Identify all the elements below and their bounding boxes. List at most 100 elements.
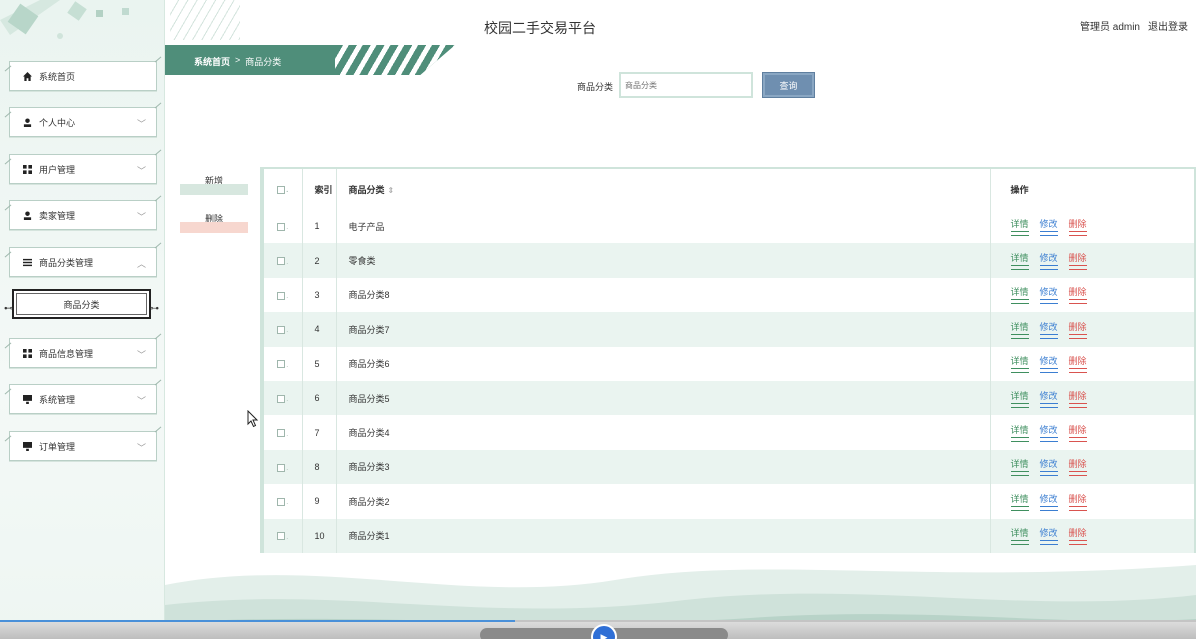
logout-link[interactable]: 退出登录 bbox=[1148, 18, 1188, 33]
edit-link[interactable]: 修改 bbox=[1039, 389, 1058, 408]
sidebar: 系统首页 个人中心 ﹀ 用户管理 ﹀ 卖家管理 ﹀ 商品分类管理 ︿ ⊷ 商品分… bbox=[0, 0, 165, 639]
row-operations: 详情 修改 删除 bbox=[990, 346, 1194, 381]
edit-link[interactable]: 修改 bbox=[1039, 492, 1058, 511]
delete-link[interactable]: 删除 bbox=[1068, 423, 1087, 443]
sidebar-item-orders[interactable]: 订单管理 ﹀ bbox=[9, 431, 157, 461]
row-category-name: 商品分类6 bbox=[336, 346, 991, 381]
row-select-cell: . bbox=[264, 277, 303, 313]
delete-link[interactable]: 删除 bbox=[1068, 217, 1087, 236]
row-operations: 详情 修改 删除 bbox=[990, 243, 1194, 278]
detail-link[interactable]: 详情 bbox=[1010, 320, 1029, 339]
detail-link[interactable]: 详情 bbox=[1010, 389, 1029, 408]
delete-link[interactable]: 删除 bbox=[1068, 389, 1087, 408]
sidebar-item-label: 订单管理 bbox=[39, 441, 76, 452]
detail-link[interactable]: 详情 bbox=[1010, 285, 1029, 305]
row-checkbox[interactable] bbox=[277, 291, 286, 300]
row-index: 3 bbox=[302, 277, 337, 313]
add-button[interactable]: 新增 bbox=[180, 175, 248, 195]
top-header bbox=[165, 0, 1196, 45]
sidebar-item-system-mgmt[interactable]: 系统管理 ﹀ bbox=[9, 384, 157, 414]
detail-link[interactable]: 详情 bbox=[1010, 217, 1029, 236]
row-checkbox[interactable] bbox=[277, 360, 286, 369]
chevron-down-icon: ﹀ bbox=[136, 166, 146, 176]
chevron-up-icon: ︿ bbox=[136, 259, 146, 269]
row-operations: 详情 修改 删除 bbox=[990, 380, 1194, 416]
admin-user-label[interactable]: 管理员 admin bbox=[1080, 18, 1140, 33]
delete-link[interactable]: 删除 bbox=[1068, 285, 1087, 305]
video-progress-played[interactable] bbox=[0, 620, 515, 622]
row-index: 7 bbox=[302, 415, 337, 450]
chevron-down-icon: ﹀ bbox=[136, 119, 146, 129]
edit-link[interactable]: 修改 bbox=[1039, 217, 1058, 236]
sidebar-item-label: 商品信息管理 bbox=[39, 348, 94, 359]
row-checkbox[interactable] bbox=[277, 532, 286, 541]
sort-icon[interactable]: ⇕ bbox=[388, 186, 395, 195]
edit-link[interactable]: 修改 bbox=[1039, 526, 1058, 546]
delete-link[interactable]: 删除 bbox=[1068, 492, 1087, 511]
detail-link[interactable]: 详情 bbox=[1010, 251, 1029, 271]
edit-link[interactable]: 修改 bbox=[1039, 285, 1058, 305]
edit-link[interactable]: 修改 bbox=[1039, 251, 1058, 271]
sidebar-item-label: 系统管理 bbox=[39, 394, 76, 405]
index-header: 索引 bbox=[302, 169, 337, 209]
row-checkbox[interactable] bbox=[277, 394, 286, 403]
row-select-cell: . bbox=[264, 346, 303, 381]
row-index: 4 bbox=[302, 312, 337, 347]
row-checkbox[interactable] bbox=[277, 222, 286, 231]
breadcrumb-current: 商品分类 bbox=[245, 57, 282, 67]
category-search-input[interactable] bbox=[619, 72, 753, 98]
row-operations: 详情 修改 删除 bbox=[990, 449, 1194, 485]
header-stripe-decoration bbox=[170, 0, 240, 40]
search-button[interactable]: 查询 bbox=[762, 72, 815, 98]
detail-link[interactable]: 详情 bbox=[1010, 492, 1029, 511]
delete-link[interactable]: 删除 bbox=[1068, 354, 1087, 374]
sidebar-item-home[interactable]: 系统首页 bbox=[9, 61, 157, 91]
detail-link[interactable]: 详情 bbox=[1010, 526, 1029, 546]
row-index: 5 bbox=[302, 346, 337, 381]
detail-link[interactable]: 详情 bbox=[1010, 423, 1029, 443]
person-icon bbox=[22, 117, 32, 127]
edit-link[interactable]: 修改 bbox=[1039, 320, 1058, 339]
add-button-label: 新增 bbox=[204, 176, 223, 186]
row-checkbox[interactable] bbox=[277, 463, 286, 472]
edit-link[interactable]: 修改 bbox=[1039, 423, 1058, 443]
breadcrumb-stripes bbox=[335, 45, 455, 75]
row-operations: 详情 修改 删除 bbox=[990, 209, 1194, 244]
home-icon bbox=[22, 71, 32, 81]
row-index: 6 bbox=[302, 380, 337, 416]
row-checkbox[interactable] bbox=[277, 325, 286, 334]
row-checkbox[interactable] bbox=[277, 497, 286, 506]
detail-link[interactable]: 详情 bbox=[1010, 457, 1029, 477]
breadcrumb: 系统首页 > 商品分类 bbox=[194, 55, 281, 68]
row-category-name: 商品分类5 bbox=[336, 380, 991, 416]
video-progress-remaining[interactable] bbox=[515, 620, 1196, 622]
category-table: . 索引 商品分类 ⇕ 操作 . 1 电子产品 详情 修改 删除. 2 零食类 详情 修改 删除. 3 商… bbox=[260, 167, 1196, 553]
select-all-checkbox[interactable] bbox=[277, 185, 286, 194]
row-checkbox[interactable] bbox=[277, 257, 286, 266]
detail-link[interactable]: 详情 bbox=[1010, 354, 1029, 374]
chevron-down-icon: ﹀ bbox=[136, 350, 146, 360]
row-checkbox[interactable] bbox=[277, 429, 286, 438]
category-header-label: 商品分类 bbox=[348, 184, 385, 195]
delete-link[interactable]: 删除 bbox=[1068, 320, 1087, 339]
edit-link[interactable]: 修改 bbox=[1039, 457, 1058, 477]
category-header[interactable]: 商品分类 ⇕ bbox=[336, 169, 991, 209]
batch-delete-button[interactable]: 删除 bbox=[180, 213, 248, 233]
delete-link[interactable]: 删除 bbox=[1068, 457, 1087, 477]
sidebar-item-goods-mgmt[interactable]: 商品信息管理 ﹀ bbox=[9, 338, 157, 368]
row-select-cell: . bbox=[264, 209, 303, 244]
row-select-cell: . bbox=[264, 415, 303, 450]
row-select-cell: . bbox=[264, 484, 303, 519]
sidebar-item-category-mgmt[interactable]: 商品分类管理 ︿ bbox=[9, 247, 157, 277]
sidebar-subitem-category[interactable]: ⊷ 商品分类 ⊶ bbox=[4, 289, 159, 319]
table-row: . 8 商品分类3 详情 修改 删除 bbox=[264, 449, 1194, 485]
monitor-icon bbox=[22, 394, 32, 404]
edit-link[interactable]: 修改 bbox=[1039, 354, 1058, 374]
sidebar-item-users[interactable]: 用户管理 ﹀ bbox=[9, 154, 157, 184]
sidebar-item-sellers[interactable]: 卖家管理 ﹀ bbox=[9, 200, 157, 230]
breadcrumb-separator: > bbox=[235, 55, 241, 65]
delete-link[interactable]: 删除 bbox=[1068, 251, 1087, 271]
delete-link[interactable]: 删除 bbox=[1068, 526, 1087, 546]
breadcrumb-home[interactable]: 系统首页 bbox=[194, 55, 230, 68]
sidebar-item-profile[interactable]: 个人中心 ﹀ bbox=[9, 107, 157, 137]
